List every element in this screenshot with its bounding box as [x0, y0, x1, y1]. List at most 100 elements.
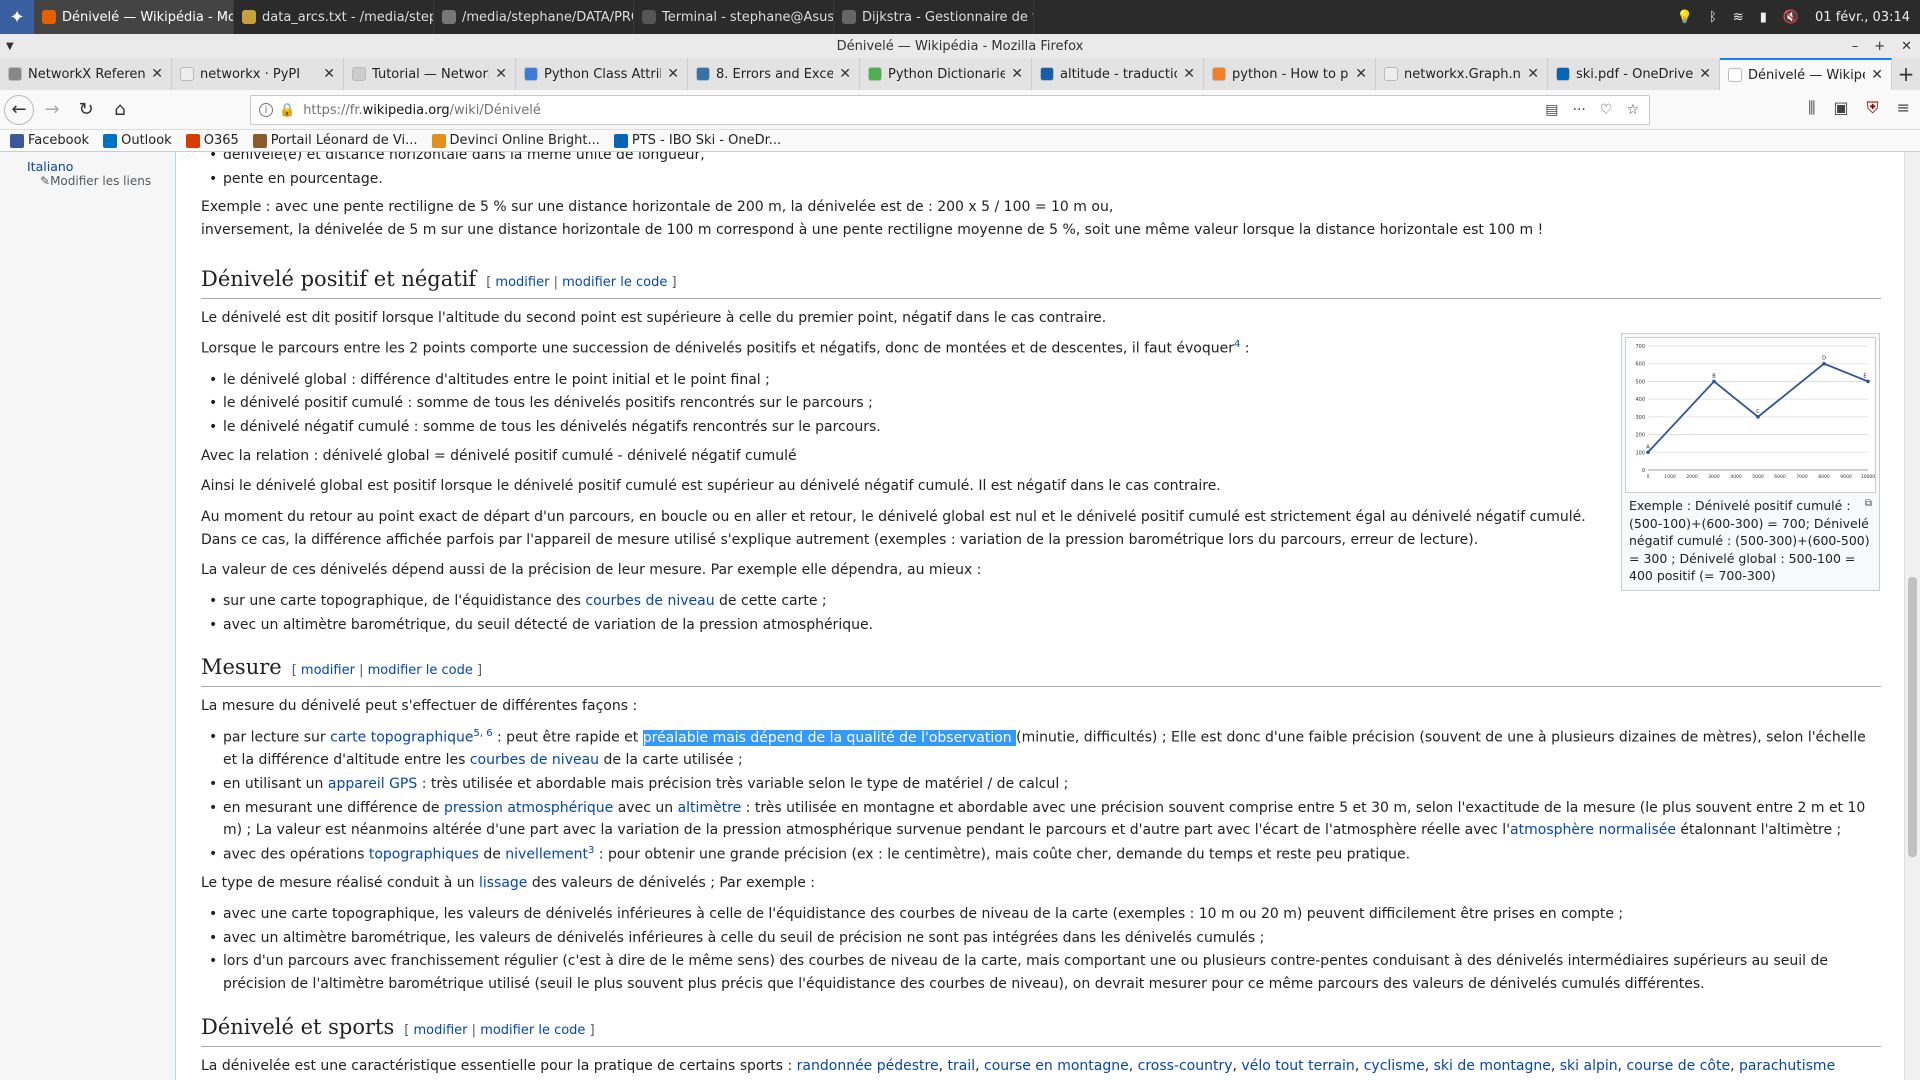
- maximize-icon[interactable]: +: [1874, 39, 1885, 54]
- close-tab-icon[interactable]: ✕: [1527, 66, 1539, 82]
- nivellement-link[interactable]: nivellement: [505, 847, 588, 863]
- sport-link[interactable]: vélo tout terrain: [1241, 1058, 1354, 1074]
- atmosphere-normalisee-link[interactable]: atmosphère normalisée: [1510, 822, 1676, 838]
- appareil-gps-link[interactable]: appareil GPS: [328, 776, 417, 792]
- sidebar-toggle-icon[interactable]: ▣: [1833, 98, 1848, 118]
- sport-link[interactable]: randonnée pédestre: [797, 1058, 939, 1074]
- browser-tab[interactable]: python - How to pri ✕: [1204, 58, 1376, 90]
- heading-text: Dénivelé positif et négatif: [201, 266, 477, 291]
- sport-link[interactable]: trail: [948, 1058, 976, 1074]
- ref-link[interactable]: 5, 6: [473, 728, 492, 739]
- url-bar[interactable]: i 🔒 https://fr. wikipedia.org/wiki/Dénive…: [250, 95, 1650, 125]
- topographiques-link[interactable]: topographiques: [369, 847, 479, 863]
- browser-tab[interactable]: Tutorial — NetworkX 2.2 ✕: [344, 58, 516, 90]
- edit-links-link[interactable]: Modifier les liens: [50, 174, 151, 188]
- bookmark-item[interactable]: Devinci Online Bright...: [431, 133, 600, 148]
- courbes-de-niveau-link[interactable]: courbes de niveau: [585, 593, 714, 609]
- sport-link[interactable]: parachutisme: [1739, 1058, 1835, 1074]
- sport-link[interactable]: course en montagne: [984, 1058, 1129, 1074]
- minimize-icon[interactable]: –: [1852, 39, 1859, 54]
- browser-tab[interactable]: networkx.Graph.nodes ✕: [1376, 58, 1548, 90]
- bluetooth-icon[interactable]: ᛒ: [1709, 10, 1717, 25]
- list-item: en utilisant un appareil GPS : très util…: [209, 773, 1881, 796]
- taskbar-task[interactable]: data_arcs.txt - /media/steph...: [234, 0, 434, 34]
- altimetre-link[interactable]: altimètre: [678, 800, 742, 816]
- bookmark-item[interactable]: Portail Léonard de Vi...: [252, 133, 418, 148]
- modifier-link[interactable]: modifier: [414, 1023, 468, 1038]
- close-tab-icon[interactable]: ✕: [1699, 66, 1711, 82]
- elevation-chart[interactable]: 0 100 200 300 400 500 600 700 0 1000 2000 3000 4000 5…: [1625, 337, 1876, 493]
- volume-icon[interactable]: 🔇: [1783, 10, 1799, 25]
- browser-tab[interactable]: 8. Errors and Excep ✕: [688, 58, 860, 90]
- window-menu-icon[interactable]: ▼: [6, 41, 14, 52]
- edit-section: [ modifier | modifier le code ]: [404, 1023, 594, 1038]
- close-tab-icon[interactable]: ✕: [839, 66, 851, 82]
- enlarge-icon[interactable]: ⧉: [1865, 497, 1872, 511]
- taskbar-task[interactable]: Dijkstra - Gestionnaire de fic...: [834, 0, 1034, 34]
- browser-tab[interactable]: networkx · PyPI ✕: [172, 58, 344, 90]
- info-icon[interactable]: i: [259, 103, 273, 117]
- modifier-link[interactable]: modifier: [495, 275, 549, 290]
- page-actions-icon[interactable]: ···: [1573, 102, 1586, 118]
- browser-tab[interactable]: NetworkX Reference — n ✕: [0, 58, 172, 90]
- close-tab-icon[interactable]: ✕: [151, 66, 163, 82]
- sport-link[interactable]: cyclisme: [1364, 1058, 1425, 1074]
- bookmark-icon: [10, 133, 24, 148]
- bookmark-item[interactable]: O365: [185, 133, 239, 148]
- y-tick-label: 600: [1635, 362, 1645, 368]
- close-tab-icon[interactable]: ✕: [1183, 66, 1195, 82]
- reader-view-icon[interactable]: ▤: [1545, 102, 1558, 118]
- close-tab-icon[interactable]: ✕: [1871, 67, 1883, 83]
- close-window-icon[interactable]: ✕: [1901, 39, 1912, 54]
- clock[interactable]: 01 févr., 03:14: [1815, 10, 1910, 25]
- selected-text[interactable]: préalable mais dépend de la qualité de l…: [642, 729, 1017, 746]
- hamburger-menu-icon[interactable]: ≡: [1897, 98, 1910, 118]
- sport-link[interactable]: cross-country: [1138, 1058, 1233, 1074]
- app-menu-icon[interactable]: ✦: [0, 0, 34, 34]
- browser-tab[interactable]: Dénivelé — Wikipéd ✕: [1720, 58, 1892, 90]
- courbes-de-niveau-link[interactable]: courbes de niveau: [470, 752, 599, 768]
- bookmark-label: Devinci Online Bright...: [449, 133, 600, 148]
- lang-link-italiano[interactable]: Italiano: [27, 159, 73, 174]
- browser-tab[interactable]: altitude - traduction ✕: [1032, 58, 1204, 90]
- bookmark-item[interactable]: PTS - IBO Ski - OneDr...: [613, 133, 781, 148]
- back-button[interactable]: ←: [4, 94, 34, 125]
- library-icon[interactable]: ⫼: [1808, 98, 1815, 118]
- close-tab-icon[interactable]: ✕: [1011, 66, 1023, 82]
- sport-link[interactable]: course de côte: [1627, 1058, 1731, 1074]
- pression-atmospherique-link[interactable]: pression atmosphérique: [444, 800, 613, 816]
- forward-button[interactable]: →: [36, 94, 68, 126]
- scrollbar-thumb[interactable]: [1908, 577, 1917, 857]
- taskbar-task[interactable]: Dénivelé — Wikipédia - Mozil...: [34, 0, 234, 34]
- pocket-icon[interactable]: ♡: [1600, 102, 1613, 118]
- bookmark-item[interactable]: Facebook: [10, 133, 89, 148]
- sport-link[interactable]: ski de montagne: [1434, 1058, 1551, 1074]
- browser-tab[interactable]: Python Dictionaries ✕: [860, 58, 1032, 90]
- close-tab-icon[interactable]: ✕: [1355, 66, 1367, 82]
- taskbar-task[interactable]: Terminal - stephane@AsusVi...: [634, 0, 834, 34]
- browser-tab[interactable]: ski.pdf - OneDrive ✕: [1548, 58, 1720, 90]
- ublock-icon[interactable]: ⛨: [1867, 98, 1879, 118]
- modifier-code-link[interactable]: modifier le code: [562, 275, 667, 290]
- close-tab-icon[interactable]: ✕: [495, 66, 507, 82]
- modifier-code-link[interactable]: modifier le code: [480, 1023, 585, 1038]
- reload-button[interactable]: ↻: [70, 94, 102, 126]
- carte-topographique-link[interactable]: carte topographique: [330, 730, 473, 746]
- bookmark-item[interactable]: Outlook: [103, 133, 172, 148]
- sport-link[interactable]: ski alpin: [1560, 1058, 1618, 1074]
- modifier-link[interactable]: modifier: [301, 663, 355, 678]
- lissage-link[interactable]: lissage: [479, 875, 527, 891]
- page-scrollbar[interactable]: [1904, 152, 1920, 1080]
- bookmark-star-icon[interactable]: ☆: [1626, 102, 1639, 118]
- lightbulb-icon[interactable]: 💡: [1677, 10, 1693, 25]
- wifi-icon[interactable]: ≋: [1733, 10, 1744, 25]
- browser-tab[interactable]: Python Class Attribu ✕: [516, 58, 688, 90]
- home-button[interactable]: ⌂: [104, 94, 136, 126]
- new-tab-button[interactable]: +: [1892, 58, 1920, 90]
- close-tab-icon[interactable]: ✕: [323, 66, 335, 82]
- battery-icon[interactable]: ▮: [1760, 10, 1767, 25]
- bookmark-label: Facebook: [28, 133, 90, 148]
- modifier-code-link[interactable]: modifier le code: [368, 663, 473, 678]
- taskbar-task[interactable]: /media/stephane/DATA/PROJ...: [434, 0, 634, 34]
- close-tab-icon[interactable]: ✕: [667, 66, 679, 82]
